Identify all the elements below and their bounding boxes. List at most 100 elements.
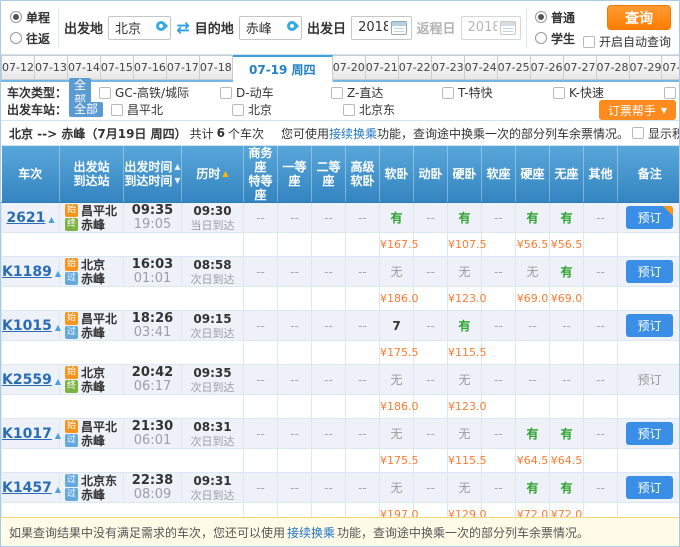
column-header[interactable]: 高级软卧 [346, 146, 380, 203]
column-header[interactable]: 车次 [2, 146, 60, 203]
date-tab[interactable]: 07-20 [333, 55, 366, 80]
checkbox-icon[interactable] [442, 87, 454, 99]
date-tab[interactable]: 07-22 [399, 55, 432, 80]
transfer-link[interactable]: 接续换乘 [329, 127, 377, 141]
date-tab[interactable]: 07-25 [498, 55, 531, 80]
date-tab[interactable]: 07-16 [134, 55, 167, 80]
column-header[interactable]: 动卧 [414, 146, 448, 203]
book-button[interactable]: 预订 [626, 206, 672, 229]
checkbox-icon[interactable] [632, 127, 644, 139]
train-number-link[interactable]: 2621 [6, 210, 45, 226]
date-tab[interactable]: 07-17 [167, 55, 200, 80]
column-header[interactable]: 一等座 [278, 146, 312, 203]
date-tab[interactable]: 07-14 [68, 55, 101, 80]
checkbox-icon[interactable] [111, 104, 123, 116]
trip-type-oneway[interactable]: 单程 [10, 9, 50, 26]
column-header[interactable]: 软卧 [380, 146, 414, 203]
passenger-type-normal[interactable]: 普通 [535, 9, 575, 26]
train-number-link[interactable]: K1457 [2, 480, 52, 496]
column-header[interactable]: 出发站到达站 [60, 146, 124, 203]
sort-arrow-icon[interactable]: ▼ [174, 174, 180, 188]
checkbox-icon[interactable] [583, 36, 595, 48]
filter-option[interactable]: 北京 [232, 101, 343, 118]
passenger-type-student[interactable]: 学生 [535, 30, 575, 47]
collapse-arrow-icon[interactable]: ▲ [55, 377, 61, 386]
checkbox-icon[interactable] [99, 87, 111, 99]
trip-type-roundtrip[interactable]: 往返 [10, 30, 50, 47]
to-input[interactable] [246, 20, 284, 35]
filter-option[interactable]: T-特快 [442, 84, 553, 101]
summary-checkbox[interactable]: 显示积分兑换车次 [632, 125, 680, 142]
filter-option[interactable]: GC-高铁/城际 [99, 84, 220, 101]
date-tab[interactable]: 07-13 [35, 55, 68, 80]
collapse-arrow-icon[interactable]: ▲ [55, 431, 61, 440]
location-pin-icon[interactable] [154, 19, 168, 33]
collapse-arrow-icon[interactable]: ▲ [55, 269, 61, 278]
radio-icon[interactable] [535, 11, 547, 23]
collapse-arrow-icon[interactable]: ▲ [55, 485, 61, 494]
book-button[interactable]: 预订 [626, 260, 672, 283]
sort-arrow-icon[interactable]: ▲ [222, 167, 228, 181]
date-tab[interactable]: 07-28 [597, 55, 630, 80]
date-tab[interactable]: 07-27 [564, 55, 597, 80]
location-pin-icon[interactable] [285, 19, 299, 33]
date-tab[interactable]: 07-29 [630, 55, 663, 80]
checkbox-icon[interactable] [553, 87, 565, 99]
collapse-arrow-icon[interactable]: ▲ [48, 215, 54, 224]
date-tab[interactable]: 07-21 [366, 55, 399, 80]
depart-station-all-chip[interactable]: 全部 [69, 102, 103, 117]
column-header[interactable]: 二等座 [312, 146, 346, 203]
book-button[interactable]: 预订 [626, 422, 672, 445]
column-header[interactable]: 硬座 [516, 146, 550, 203]
radio-icon[interactable] [535, 32, 547, 44]
checkbox-icon[interactable] [331, 87, 343, 99]
filter-option[interactable]: 其他 [664, 84, 680, 101]
calendar-icon[interactable] [391, 21, 407, 35]
date-tab[interactable]: 07-12 [1, 55, 35, 80]
train-number-link[interactable]: K2559 [2, 372, 52, 388]
auto-query-toggle[interactable]: 开启自动查询 [583, 33, 671, 50]
filter-option[interactable]: D-动车 [220, 84, 331, 101]
depart-date-input[interactable] [358, 20, 387, 35]
footer-transfer-link[interactable]: 接续换乘 [287, 524, 335, 541]
column-header[interactable]: 商务座特等座 [244, 146, 278, 203]
collapse-arrow-icon[interactable]: ▲ [55, 323, 61, 332]
filter-option[interactable]: K-快速 [553, 84, 664, 101]
filter-option[interactable]: Z-直达 [331, 84, 442, 101]
checkbox-icon[interactable] [664, 87, 676, 99]
column-header[interactable]: 软座 [482, 146, 516, 203]
date-tab[interactable]: 07-15 [101, 55, 134, 80]
date-tab[interactable]: 07-23 [432, 55, 465, 80]
train-number-link[interactable]: K1015 [2, 318, 52, 334]
filter-option-label: 昌平北 [127, 101, 163, 118]
column-header[interactable]: 备注 [618, 146, 680, 203]
column-header[interactable]: 硬卧 [448, 146, 482, 203]
return-date-input[interactable] [468, 20, 497, 35]
train-number-link[interactable]: K1017 [2, 426, 52, 442]
seat-cell: 有 [550, 203, 584, 233]
column-header[interactable]: 历时▲ [182, 146, 244, 203]
book-button[interactable]: 预订 [626, 314, 672, 337]
filter-option[interactable]: 昌平北 [111, 101, 232, 118]
date-tab[interactable]: 07-24 [465, 55, 498, 80]
checkbox-icon[interactable] [232, 104, 244, 116]
column-header[interactable]: 无座 [550, 146, 584, 203]
date-tab[interactable]: 07-18 [200, 55, 233, 80]
radio-icon[interactable] [10, 11, 22, 23]
book-button[interactable]: 预订 [626, 476, 672, 499]
filter-option[interactable]: 北京东 [343, 101, 454, 118]
sort-arrow-icon[interactable]: ▲ [174, 160, 180, 174]
train-number-link[interactable]: K1189 [2, 264, 52, 280]
date-tab-active[interactable]: 07-19 周四 [233, 55, 333, 82]
checkbox-icon[interactable] [220, 87, 232, 99]
from-input[interactable] [115, 20, 153, 35]
date-tab[interactable]: 07-30 [662, 55, 680, 80]
booking-helper-button[interactable]: 订票帮手 ▼ [599, 100, 676, 120]
swap-stations-icon[interactable]: ⇄ [176, 20, 189, 36]
column-header[interactable]: 出发时间▲到达时间▼ [124, 146, 182, 203]
radio-icon[interactable] [10, 32, 22, 44]
query-button[interactable]: 查询 [607, 5, 671, 30]
column-header[interactable]: 其他 [584, 146, 618, 203]
date-tab[interactable]: 07-26 [531, 55, 564, 80]
checkbox-icon[interactable] [343, 104, 355, 116]
